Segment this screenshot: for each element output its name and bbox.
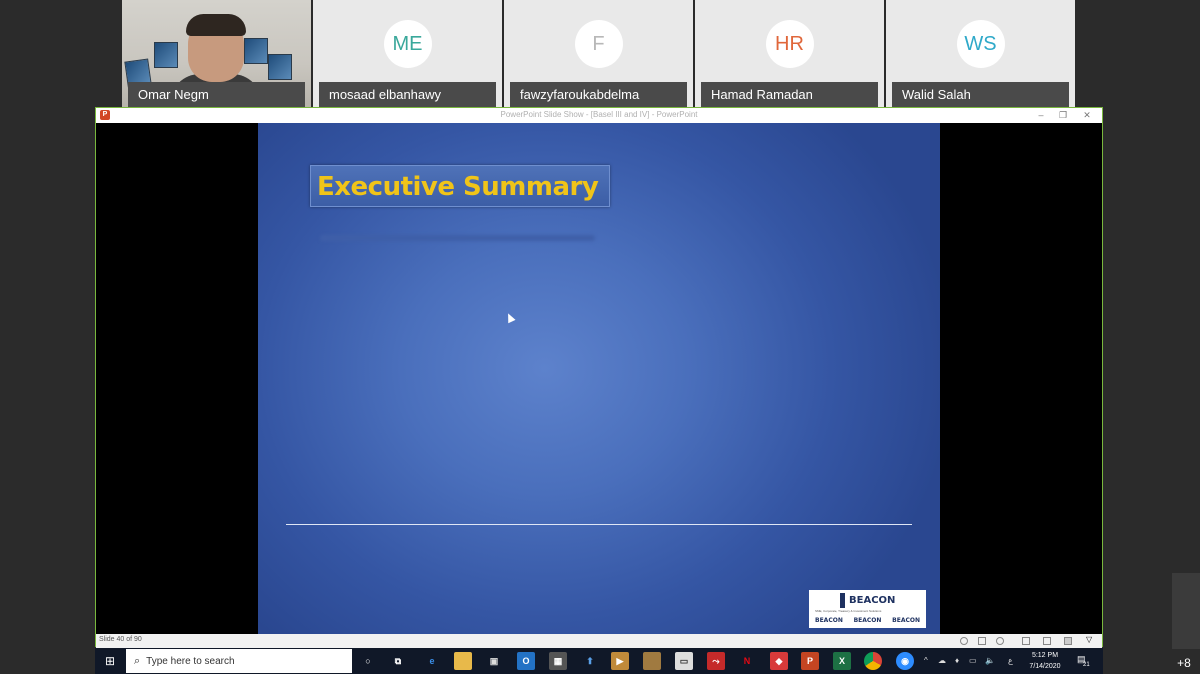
participant-avatar: F [574, 20, 623, 68]
wall-frame [154, 42, 178, 68]
logo-row-item: BEACON [892, 617, 920, 624]
photos-icon[interactable] [643, 652, 661, 670]
slide-subtitle-blur [320, 235, 595, 241]
task-view-icon[interactable]: ⧉ [389, 652, 407, 670]
window-title: PowerPoint Slide Show - [Basel III and I… [500, 110, 698, 119]
previous-slide-icon[interactable] [960, 637, 968, 645]
meeting-screen: Omar Negm ME mosaad elbanhawy F fawzyfar… [0, 0, 1200, 674]
slideshow-status-bar: Slide 40 of 90 ▽ [96, 634, 1102, 648]
acrobat-icon[interactable]: ⤳ [707, 652, 725, 670]
participant-avatar: WS [956, 20, 1005, 68]
next-slide-icon[interactable] [996, 637, 1004, 645]
participant-avatar: ME [383, 20, 432, 68]
slide-title: Executive Summary [317, 172, 599, 202]
slide-title-box: Executive Summary [310, 165, 610, 207]
reading-view-icon[interactable] [1064, 637, 1072, 645]
lighthouse-icon [840, 593, 845, 608]
participant-tile-hamad[interactable]: HR Hamad Ramadan [695, 0, 884, 107]
scanner-icon[interactable]: ▭ [675, 652, 693, 670]
search-icon: ⌕ [134, 654, 141, 667]
slide-sorter-icon[interactable] [1043, 637, 1051, 645]
notification-count: 21 [1083, 662, 1090, 668]
participant-tile-walid[interactable]: WS Walid Salah [886, 0, 1075, 107]
slide-menu-icon[interactable] [978, 637, 986, 645]
battery-icon[interactable]: ▭ [969, 656, 977, 665]
participant-name: Omar Negm [128, 82, 305, 107]
cortana-icon[interactable]: ○ [359, 652, 377, 670]
gallery-scroll-handle[interactable] [1172, 573, 1200, 649]
participant-tile-mosaad[interactable]: ME mosaad elbanhawy [313, 0, 502, 107]
clock-time: 5:12 PM [1031, 652, 1059, 659]
close-icon[interactable]: ✕ [1078, 109, 1096, 121]
windows-taskbar: ⊞ ⌕ Type here to search ○ ⧉ e ▣ O ▦ ⬆ ▶ … [95, 648, 1103, 674]
normal-view-icon[interactable] [1022, 637, 1030, 645]
taskbar-clock[interactable]: 5:12 PM 7/14/2020 [1023, 650, 1067, 672]
outlook-icon[interactable]: O [517, 652, 535, 670]
calculator-icon[interactable]: ▦ [549, 652, 567, 670]
powerpoint-taskbar-icon[interactable]: P [801, 652, 819, 670]
microphone-icon[interactable]: ♦ [955, 656, 959, 665]
slide: Executive Summary BEACON SME, Corporate,… [258, 123, 940, 634]
logo-main-text: BEACON [849, 595, 896, 606]
onedrive-icon[interactable]: ☁ [938, 656, 946, 665]
logo-row-item: BEACON [815, 617, 843, 624]
shared-screen: P PowerPoint Slide Show - [Basel III and… [95, 107, 1103, 648]
participant-name: mosaad elbanhawy [319, 82, 496, 107]
slideshow-titlebar: P PowerPoint Slide Show - [Basel III and… [96, 108, 1102, 123]
logo-row-item: BEACON [853, 617, 882, 624]
record-icon[interactable]: ◆ [770, 652, 788, 670]
excel-icon[interactable]: X [833, 652, 851, 670]
search-placeholder: Type here to search [146, 655, 235, 667]
language-indicator[interactable]: ع [1008, 656, 1013, 665]
file-explorer-icon[interactable] [454, 652, 472, 670]
logo-tagline: SME, Corporate, Treasury & Investment So… [815, 609, 882, 613]
netflix-icon[interactable]: N [738, 652, 756, 670]
media-player-icon[interactable]: ▶ [611, 652, 629, 670]
tray-chevron-icon[interactable]: ^ [924, 656, 928, 665]
network-app-icon[interactable]: ⬆ [581, 652, 599, 670]
volume-icon[interactable]: 🔈 [985, 656, 995, 665]
participant-name: Hamad Ramadan [701, 82, 878, 107]
minimize-icon[interactable]: – [1032, 109, 1050, 121]
participant-name: fawzyfaroukabdelma [510, 82, 687, 107]
participant-tile-omar[interactable]: Omar Negm [122, 0, 311, 107]
edge-icon[interactable]: e [423, 652, 441, 670]
slide-counter: Slide 40 of 90 [99, 636, 142, 643]
zoom-icon[interactable]: ◉ [896, 652, 914, 670]
participant-tile-fawzy[interactable]: F fawzyfaroukabdelma [504, 0, 693, 107]
more-participants-count[interactable]: +8 [1168, 653, 1200, 673]
wall-frame [268, 54, 292, 80]
mouse-cursor-icon [504, 311, 516, 324]
beacon-logo: BEACON SME, Corporate, Treasury & Invest… [809, 590, 926, 628]
logo-row: BEACON BEACON BEACON [815, 617, 920, 624]
participant-avatar: HR [765, 20, 814, 68]
slide-divider [286, 524, 912, 525]
store-icon[interactable]: ▣ [485, 652, 503, 670]
clock-date: 7/14/2020 [1029, 663, 1061, 670]
wall-frame [244, 38, 268, 64]
restore-icon[interactable]: ❐ [1054, 109, 1072, 121]
person-hair [186, 14, 246, 36]
slideshow-icon[interactable]: ▽ [1086, 635, 1094, 644]
windows-start-icon[interactable]: ⊞ [95, 648, 125, 674]
taskbar-search[interactable]: ⌕ Type here to search [126, 649, 352, 673]
participant-name: Walid Salah [892, 82, 1069, 107]
chrome-icon[interactable] [864, 652, 882, 670]
